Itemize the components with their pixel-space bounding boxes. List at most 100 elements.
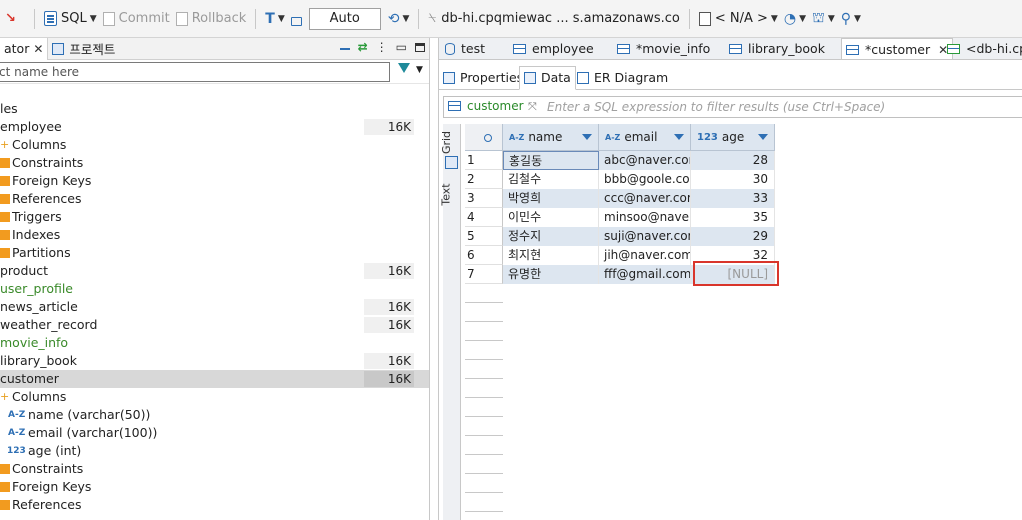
row-number[interactable]: 7 — [465, 265, 503, 284]
column-header-age[interactable]: 123 age — [691, 124, 775, 151]
tree-item[interactable]: A-Z name (varchar(50)) — [0, 406, 429, 424]
tools-button[interactable]: ⛫ ▼ — [809, 7, 838, 31]
grid-cell-name[interactable]: 홍길동 — [503, 151, 599, 170]
tree-item[interactable]: Foreign Keys — [0, 172, 429, 190]
sort-icon[interactable] — [758, 134, 768, 140]
commit-button[interactable]: Commit — [100, 7, 173, 31]
tree-item[interactable]: library_book 16K — [0, 352, 429, 370]
tab-data[interactable]: Data — [519, 66, 576, 90]
grid-cell-email[interactable]: suji@naver.com — [599, 227, 691, 246]
chevron-down-icon[interactable]: ▼ — [416, 65, 423, 75]
grid-cell-name[interactable]: 박영희 — [503, 189, 599, 208]
row-header-corner[interactable] — [465, 124, 503, 151]
editor-tab[interactable]: <db-hi.cp — [947, 38, 1022, 59]
active-connection-selector[interactable]: ⍀ db-hi.cpqmiewac ... s.amazonaws.co — [425, 7, 682, 31]
tree-item[interactable]: + Columns — [0, 388, 429, 406]
history-button[interactable]: ⟲ ▼ — [385, 7, 413, 31]
tree-item[interactable]: Partitions — [0, 244, 429, 262]
grid-cell-age[interactable]: [NULL] — [691, 265, 775, 284]
grid-cell-name[interactable]: 이민수 — [503, 208, 599, 227]
grid-cell-age[interactable]: 35 — [691, 208, 775, 227]
grid-cell-email[interactable]: minsoo@naver.com — [599, 208, 691, 227]
view-menu-icon[interactable]: ⋮ — [376, 40, 388, 54]
row-number[interactable]: 4 — [465, 208, 503, 227]
grid-cell-age[interactable]: 30 — [691, 170, 775, 189]
schema-selector[interactable]: < N/A > ▼ — [696, 7, 781, 31]
tree-item[interactable]: movie_info — [0, 334, 429, 352]
link-editor-icon[interactable]: ⇄ — [358, 40, 368, 54]
tab-project[interactable]: 프로젝트 — [48, 38, 119, 60]
tree-item[interactable]: + Columns — [0, 136, 429, 154]
chevron-down-icon[interactable]: ▼ — [278, 14, 285, 24]
dashboard-button[interactable]: ◔ ▼ — [781, 7, 809, 31]
editor-tab[interactable]: employee — [513, 38, 594, 59]
rollback-button[interactable]: Rollback — [173, 7, 250, 31]
sort-icon[interactable] — [674, 134, 684, 140]
search-button[interactable]: ⚲ ▼ — [838, 7, 864, 31]
chevron-down-icon[interactable]: ▼ — [854, 14, 861, 24]
grid-cell-email[interactable]: fff@gmail.com — [599, 265, 691, 284]
grid-cell-email[interactable]: jih@naver.com — [599, 246, 691, 265]
column-header-email[interactable]: A-Z email — [599, 124, 691, 151]
tree-item[interactable]: weather_record 16K — [0, 316, 429, 334]
tree-item[interactable]: customer 16K — [0, 370, 429, 388]
editor-tab[interactable]: library_book — [729, 38, 825, 59]
chevron-down-icon[interactable]: ▼ — [799, 14, 806, 24]
tree-item[interactable]: A-Z email (varchar(100)) — [0, 424, 429, 442]
filter-table-name[interactable]: customer — [448, 99, 524, 113]
tree-item[interactable]: Indexes — [0, 226, 429, 244]
disconnect-button[interactable]: ↘ — [0, 7, 28, 31]
row-number[interactable]: 5 — [465, 227, 503, 246]
row-number[interactable]: 2 — [465, 170, 503, 189]
grid-cell-name[interactable]: 최지현 — [503, 246, 599, 265]
tab-er-diagram[interactable]: ER Diagram — [577, 66, 668, 90]
filter-icon[interactable] — [398, 63, 410, 73]
grid-cell-email[interactable]: abc@naver.com — [599, 151, 691, 170]
grid-cell-age[interactable]: 33 — [691, 189, 775, 208]
tab-properties[interactable]: Properties — [443, 66, 523, 90]
collapse-all-icon[interactable] — [339, 48, 350, 50]
tree-item[interactable]: Foreign Keys — [0, 478, 429, 496]
tab-grid[interactable]: Grid — [440, 130, 461, 154]
tree-item[interactable]: news_article 16K — [0, 298, 429, 316]
tree-item[interactable]: employee 16K — [0, 118, 429, 136]
tree-item[interactable]: product 16K — [0, 262, 429, 280]
tree-item[interactable]: References — [0, 496, 429, 514]
transaction-mode-field[interactable]: Auto — [308, 7, 381, 30]
tab-navigator[interactable]: ator ✕ — [0, 37, 49, 60]
column-header-name[interactable]: A-Z name — [503, 124, 599, 151]
row-number[interactable]: 3 — [465, 189, 503, 208]
tree-item[interactable]: Triggers — [0, 208, 429, 226]
chevron-down-icon[interactable]: ▼ — [828, 14, 835, 24]
navigator-filter-input[interactable]: ct name here — [0, 62, 390, 82]
grid-cell-age[interactable]: 28 — [691, 151, 775, 170]
tree-item[interactable]: 123 age (int) — [0, 442, 429, 460]
filter-expression-input[interactable]: Enter a SQL expression to filter results… — [547, 100, 885, 114]
tab-text[interactable]: Text — [440, 182, 461, 206]
editor-tab[interactable]: *customer ✕ — [841, 38, 954, 59]
tree-item[interactable]: les — [0, 100, 429, 118]
sql-editor-button[interactable]: SQL ▼ — [41, 7, 100, 31]
row-number[interactable]: 1 — [465, 151, 503, 170]
chevron-down-icon[interactable]: ▼ — [771, 14, 778, 24]
lock-button[interactable] — [288, 7, 305, 31]
chevron-down-icon[interactable]: ▼ — [402, 14, 409, 24]
chevron-down-icon[interactable]: ▼ — [90, 14, 97, 24]
editor-tab[interactable]: test — [445, 38, 485, 59]
grid-cell-email[interactable]: bbb@goole.com — [599, 170, 691, 189]
tree-item[interactable]: References — [0, 190, 429, 208]
tree-item[interactable]: user_profile — [0, 280, 429, 298]
expand-icon[interactable]: ⤧ — [528, 100, 537, 114]
tree-item[interactable]: Constraints — [0, 460, 429, 478]
close-icon[interactable]: ✕ — [33, 42, 43, 56]
transaction-mode-button[interactable]: T ▼ — [262, 7, 287, 31]
grid-cell-age[interactable]: 29 — [691, 227, 775, 246]
grid-cell-name[interactable]: 유명한 — [503, 265, 599, 284]
grid-icon[interactable] — [445, 156, 458, 169]
minimize-icon[interactable]: ▭ — [396, 40, 407, 54]
tree-item[interactable]: Constraints — [0, 154, 429, 172]
grid-cell-name[interactable]: 정수지 — [503, 227, 599, 246]
row-number[interactable]: 6 — [465, 246, 503, 265]
grid-cell-email[interactable]: ccc@naver.com — [599, 189, 691, 208]
grid-cell-age[interactable]: 32 — [691, 246, 775, 265]
